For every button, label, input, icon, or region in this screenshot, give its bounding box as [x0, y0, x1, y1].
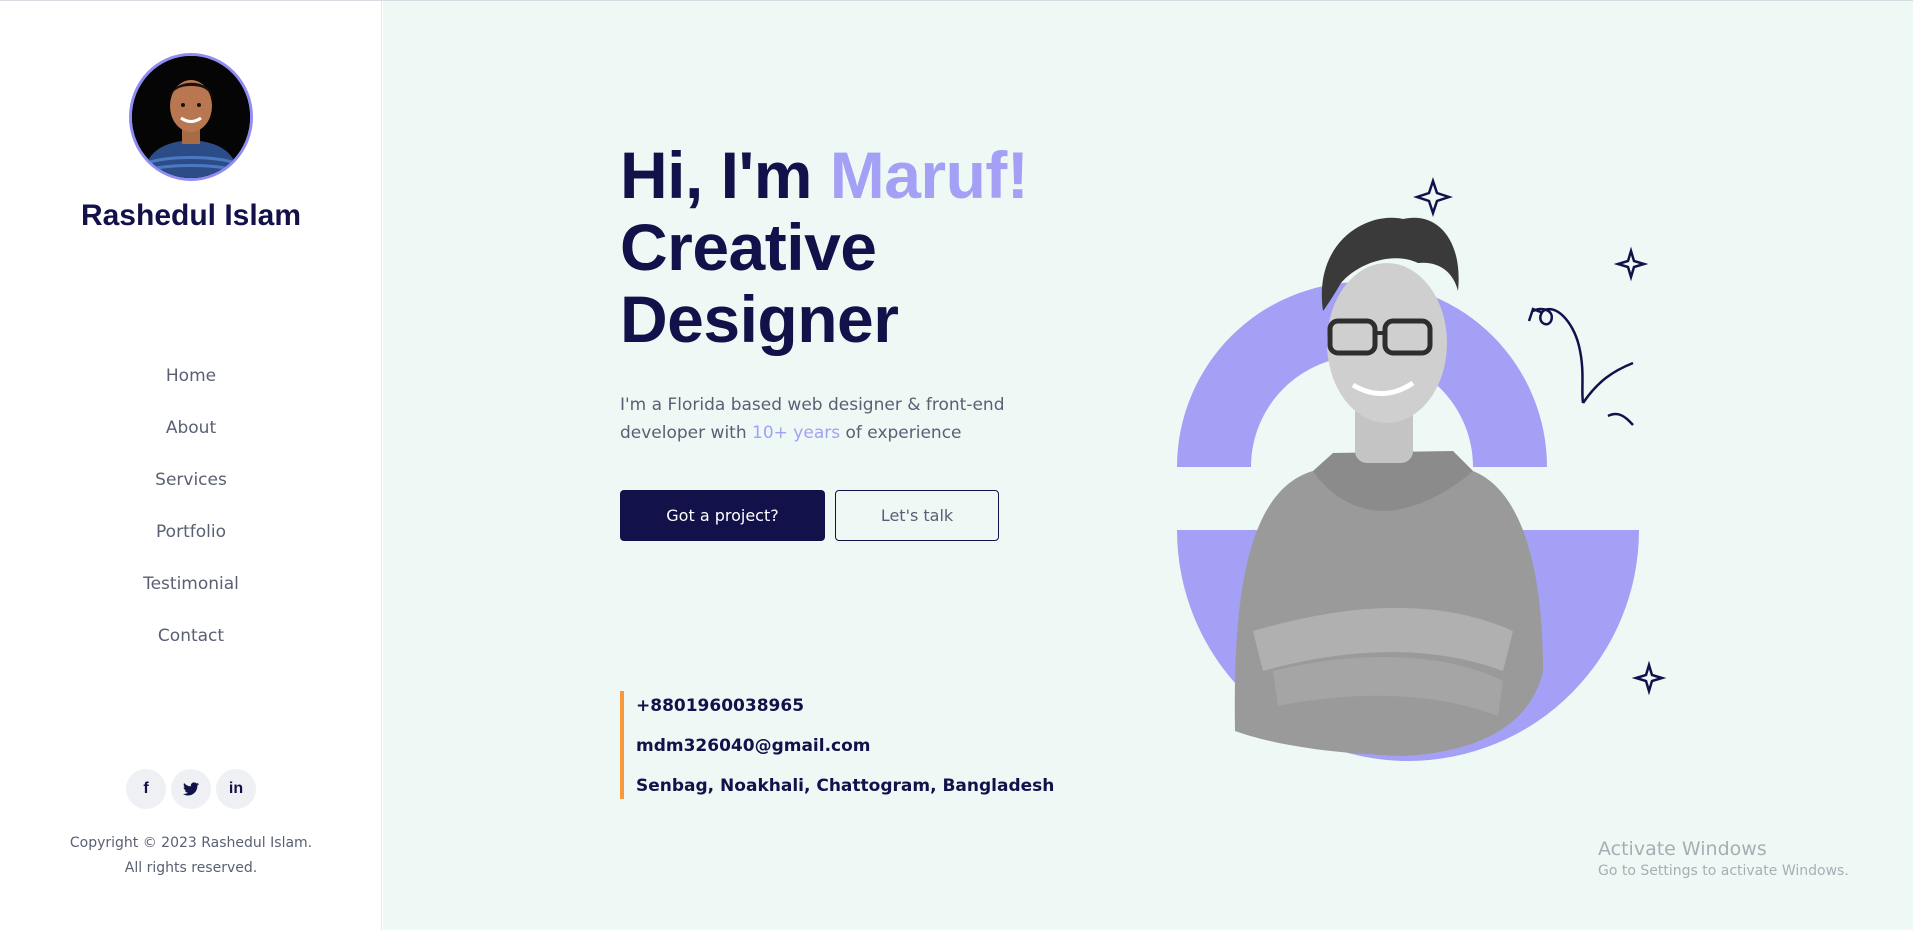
nav-item-services[interactable]: Services — [0, 459, 382, 511]
hero-illustration — [1177, 177, 1667, 761]
linkedin-icon: in — [228, 780, 244, 797]
nav-item-testimonial[interactable]: Testimonial — [0, 563, 382, 615]
sparkle-icon — [1631, 660, 1667, 696]
sparkle-icon — [1613, 246, 1649, 282]
lets-talk-button[interactable]: Let's talk — [835, 490, 999, 541]
twitter-icon — [183, 782, 199, 796]
hero-title-line2: Creative — [620, 210, 877, 284]
watermark-title: Activate Windows — [1598, 838, 1767, 860]
profile-avatar — [129, 53, 253, 181]
nav-item-home[interactable]: Home — [0, 355, 382, 407]
contact-info: +8801960038965 mdm326040@gmail.com Senba… — [620, 691, 1054, 799]
linkedin-button[interactable]: in — [216, 769, 256, 809]
nav-item-contact[interactable]: Contact — [0, 615, 382, 667]
twitter-button[interactable] — [171, 769, 211, 809]
copyright-line-2: All rights reserved. — [124, 860, 258, 876]
hero-desc-highlight: 10+ years — [752, 423, 841, 443]
hero-name-accent: Maruf! — [829, 138, 1029, 212]
contact-phone: +8801960038965 — [636, 696, 805, 716]
hero-title-line3: Designer — [620, 282, 899, 356]
sidebar: Rashedul Islam Home About Services Portf… — [0, 1, 382, 930]
got-a-project-button[interactable]: Got a project? — [620, 490, 825, 541]
profile-name: Rashedul Islam — [80, 199, 302, 232]
doodle-arrow — [1532, 307, 1585, 404]
facebook-button[interactable]: f — [126, 769, 166, 809]
hero-desc-part2: of experience — [840, 423, 962, 443]
sparkle-icon — [1413, 177, 1453, 217]
hero-section: Hi, I'm Maruf! Creative Designer I'm a F… — [383, 1, 1913, 930]
copyright-line-1: Copyright © 2023 Rashedul Islam. — [69, 835, 313, 851]
windows-activation-watermark: Activate Windows Go to Settings to activ… — [1598, 837, 1849, 881]
person-figure — [1234, 217, 1543, 756]
copyright: Copyright © 2023 Rashedul Islam. All rig… — [0, 831, 382, 881]
hero-description: I'm a Florida based web designer & front… — [620, 391, 1090, 447]
hero-greeting: Hi, I'm — [620, 138, 830, 212]
watermark-subtitle: Go to Settings to activate Windows. — [1598, 863, 1849, 879]
nav-item-about[interactable]: About — [0, 407, 382, 459]
contact-email: mdm326040@gmail.com — [636, 736, 871, 756]
hero-title: Hi, I'm Maruf! Creative Designer — [620, 138, 1029, 356]
facebook-icon: f — [143, 780, 149, 797]
contact-address: Senbag, Noakhali, Chattogram, Bangladesh — [636, 776, 1055, 796]
nav-item-portfolio[interactable]: Portfolio — [0, 511, 382, 563]
avatar-photo — [132, 56, 250, 178]
main-navigation: Home About Services Portfolio Testimonia… — [0, 355, 382, 667]
social-links: f in — [126, 769, 256, 809]
